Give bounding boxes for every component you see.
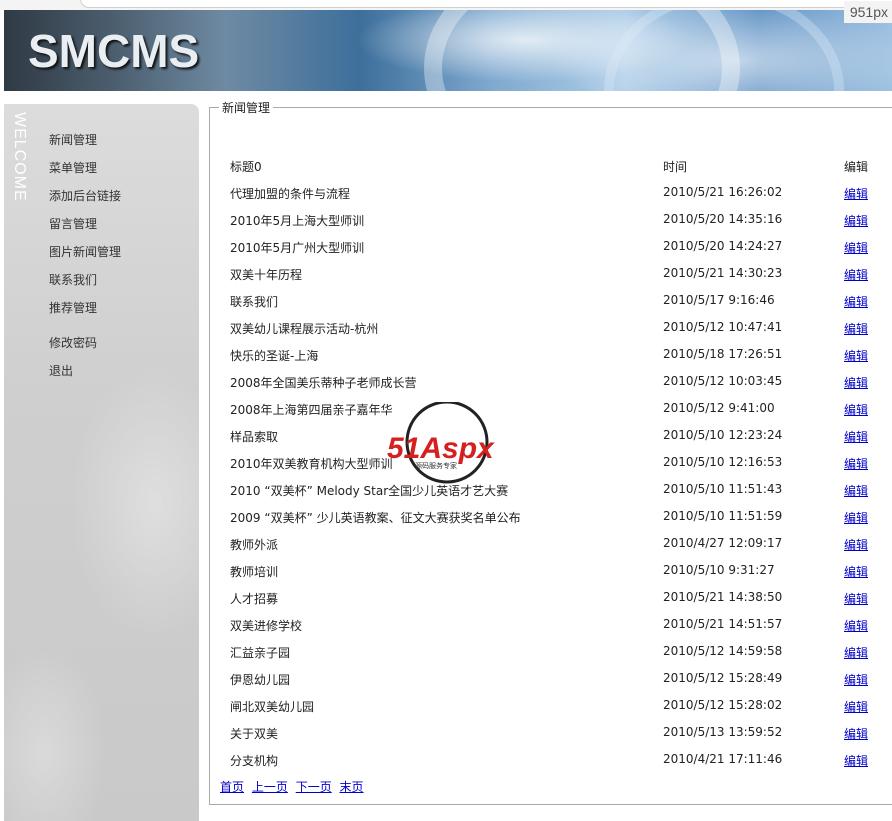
news-title: 教师外派 — [230, 538, 279, 552]
page-prev-link[interactable]: 上一页 — [252, 780, 288, 794]
news-time: 2010/5/10 11:51:59 — [663, 509, 783, 523]
news-time: 2010/5/10 12:23:24 — [663, 428, 783, 442]
news-title: 教师培训 — [230, 565, 279, 579]
news-time: 2010/4/21 17:11:46 — [663, 752, 783, 766]
edit-link[interactable]: 编辑 — [844, 644, 868, 661]
news-time: 2010/5/21 14:38:50 — [663, 590, 783, 604]
sidebar-item-add-link[interactable]: 添加后台链接 — [49, 187, 121, 204]
news-time: 2010/5/21 14:30:23 — [663, 266, 783, 280]
watermark-tagline: 源码服务专家 — [415, 461, 457, 470]
page-next-link[interactable]: 下一页 — [296, 780, 332, 794]
news-time: 2010/5/10 11:51:43 — [663, 482, 783, 496]
news-time: 2010/5/10 12:16:53 — [663, 455, 783, 469]
sidebar-item-password[interactable]: 修改密码 — [49, 334, 97, 351]
sidebar: WELCOME 新闻管理 菜单管理 添加后台链接 留言管理 图片新闻管理 联系我… — [4, 104, 199, 821]
watermark-logo: 51Aspx 源码服务专家 — [387, 402, 495, 484]
news-time: 2010/5/20 14:35:16 — [663, 212, 783, 226]
news-title: 代理加盟的条件与流程 — [230, 187, 351, 201]
news-title: 联系我们 — [230, 295, 279, 309]
news-title: 2010年5月上海大型师训 — [230, 214, 365, 228]
news-title: 双美十年历程 — [230, 268, 303, 282]
news-title: 分支机构 — [230, 754, 279, 768]
edit-link[interactable]: 编辑 — [844, 347, 868, 364]
news-title: 闸北双美幼儿园 — [230, 700, 315, 714]
news-time: 2010/5/12 9:41:00 — [663, 401, 775, 415]
edit-link[interactable]: 编辑 — [844, 320, 868, 337]
watermark-brand: 51Aspx — [387, 432, 495, 465]
news-time: 2010/5/10 9:31:27 — [663, 563, 775, 577]
edit-link[interactable]: 编辑 — [844, 428, 868, 445]
news-time: 2010/5/18 17:26:51 — [663, 347, 783, 361]
edit-link[interactable]: 编辑 — [844, 293, 868, 310]
edit-link[interactable]: 编辑 — [844, 698, 868, 715]
edit-link[interactable]: 编辑 — [844, 401, 868, 418]
news-time: 2010/4/27 12:09:17 — [663, 536, 783, 550]
site-logo: SMCMS — [28, 25, 200, 77]
news-time: 2010/5/12 15:28:02 — [663, 698, 783, 712]
edit-link[interactable]: 编辑 — [844, 671, 868, 688]
news-title: 2008年上海第四届亲子嘉年华 — [230, 403, 393, 417]
news-title: 汇益亲子园 — [230, 646, 291, 660]
news-title: 2009 “双美杯” 少儿英语教案、征文大赛获奖名单公布 — [230, 511, 521, 525]
pagination: 首页 上一页 下一页 末页 — [220, 778, 368, 795]
column-header-title: 标题0 — [230, 160, 262, 174]
site-header: SMCMS — [4, 10, 892, 91]
news-title: 样品索取 — [230, 430, 279, 444]
edit-link[interactable]: 编辑 — [844, 590, 868, 607]
edit-link[interactable]: 编辑 — [844, 563, 868, 580]
news-title: 2010年5月广州大型师训 — [230, 241, 365, 255]
news-title: 2008年全国美乐蒂种子老师成长营 — [230, 376, 417, 390]
panel-legend: 新闻管理 — [219, 99, 274, 116]
edit-link[interactable]: 编辑 — [844, 536, 868, 553]
edit-link[interactable]: 编辑 — [844, 185, 868, 202]
page-first-link[interactable]: 首页 — [220, 780, 244, 794]
address-bar[interactable] — [80, 0, 892, 8]
sidebar-item-logout[interactable]: 退出 — [49, 362, 73, 379]
sidebar-item-recommend[interactable]: 推荐管理 — [49, 299, 97, 316]
sidebar-item-news[interactable]: 新闻管理 — [49, 131, 97, 148]
edit-link[interactable]: 编辑 — [844, 239, 868, 256]
sidebar-item-messages[interactable]: 留言管理 — [49, 215, 97, 232]
sidebar-item-image-news[interactable]: 图片新闻管理 — [49, 243, 121, 260]
news-time: 2010/5/21 16:26:02 — [663, 185, 783, 199]
viewport-width-badge: 951px — [843, 1, 892, 23]
column-header-time: 时间 — [663, 160, 688, 174]
news-time: 2010/5/12 10:47:41 — [663, 320, 783, 334]
news-title: 伊恩幼儿园 — [230, 673, 291, 687]
news-time: 2010/5/17 9:16:46 — [663, 293, 775, 307]
news-time: 2010/5/12 14:59:58 — [663, 644, 783, 658]
edit-link[interactable]: 编辑 — [844, 617, 868, 634]
news-time: 2010/5/21 14:51:57 — [663, 617, 783, 631]
news-title: 快乐的圣诞-上海 — [230, 349, 319, 363]
column-header-edit: 编辑 — [844, 160, 869, 174]
sidebar-item-contact[interactable]: 联系我们 — [49, 271, 97, 288]
welcome-label: WELCOME — [11, 112, 28, 202]
edit-link[interactable]: 编辑 — [844, 212, 868, 229]
news-title: 双美幼儿课程展示活动-杭州 — [230, 322, 379, 336]
news-title: 关于双美 — [230, 727, 279, 741]
header-decoration — [604, 10, 844, 91]
edit-link[interactable]: 编辑 — [844, 725, 868, 742]
edit-link[interactable]: 编辑 — [844, 266, 868, 283]
edit-link[interactable]: 编辑 — [844, 374, 868, 391]
news-time: 2010/5/12 15:28:49 — [663, 671, 783, 685]
edit-link[interactable]: 编辑 — [844, 455, 868, 472]
news-time: 2010/5/20 14:24:27 — [663, 239, 783, 253]
news-title: 2010年双美教育机构大型师训 — [230, 457, 393, 471]
news-title: 双美进修学校 — [230, 619, 303, 633]
page-last-link[interactable]: 末页 — [340, 780, 364, 794]
news-title: 人才招募 — [230, 592, 279, 606]
sidebar-item-menu[interactable]: 菜单管理 — [49, 159, 97, 176]
edit-link[interactable]: 编辑 — [844, 752, 868, 769]
news-time: 2010/5/12 10:03:45 — [663, 374, 783, 388]
news-time: 2010/5/13 13:59:52 — [663, 725, 783, 739]
browser-top-strip — [0, 0, 892, 10]
edit-link[interactable]: 编辑 — [844, 509, 868, 526]
edit-link[interactable]: 编辑 — [844, 482, 868, 499]
